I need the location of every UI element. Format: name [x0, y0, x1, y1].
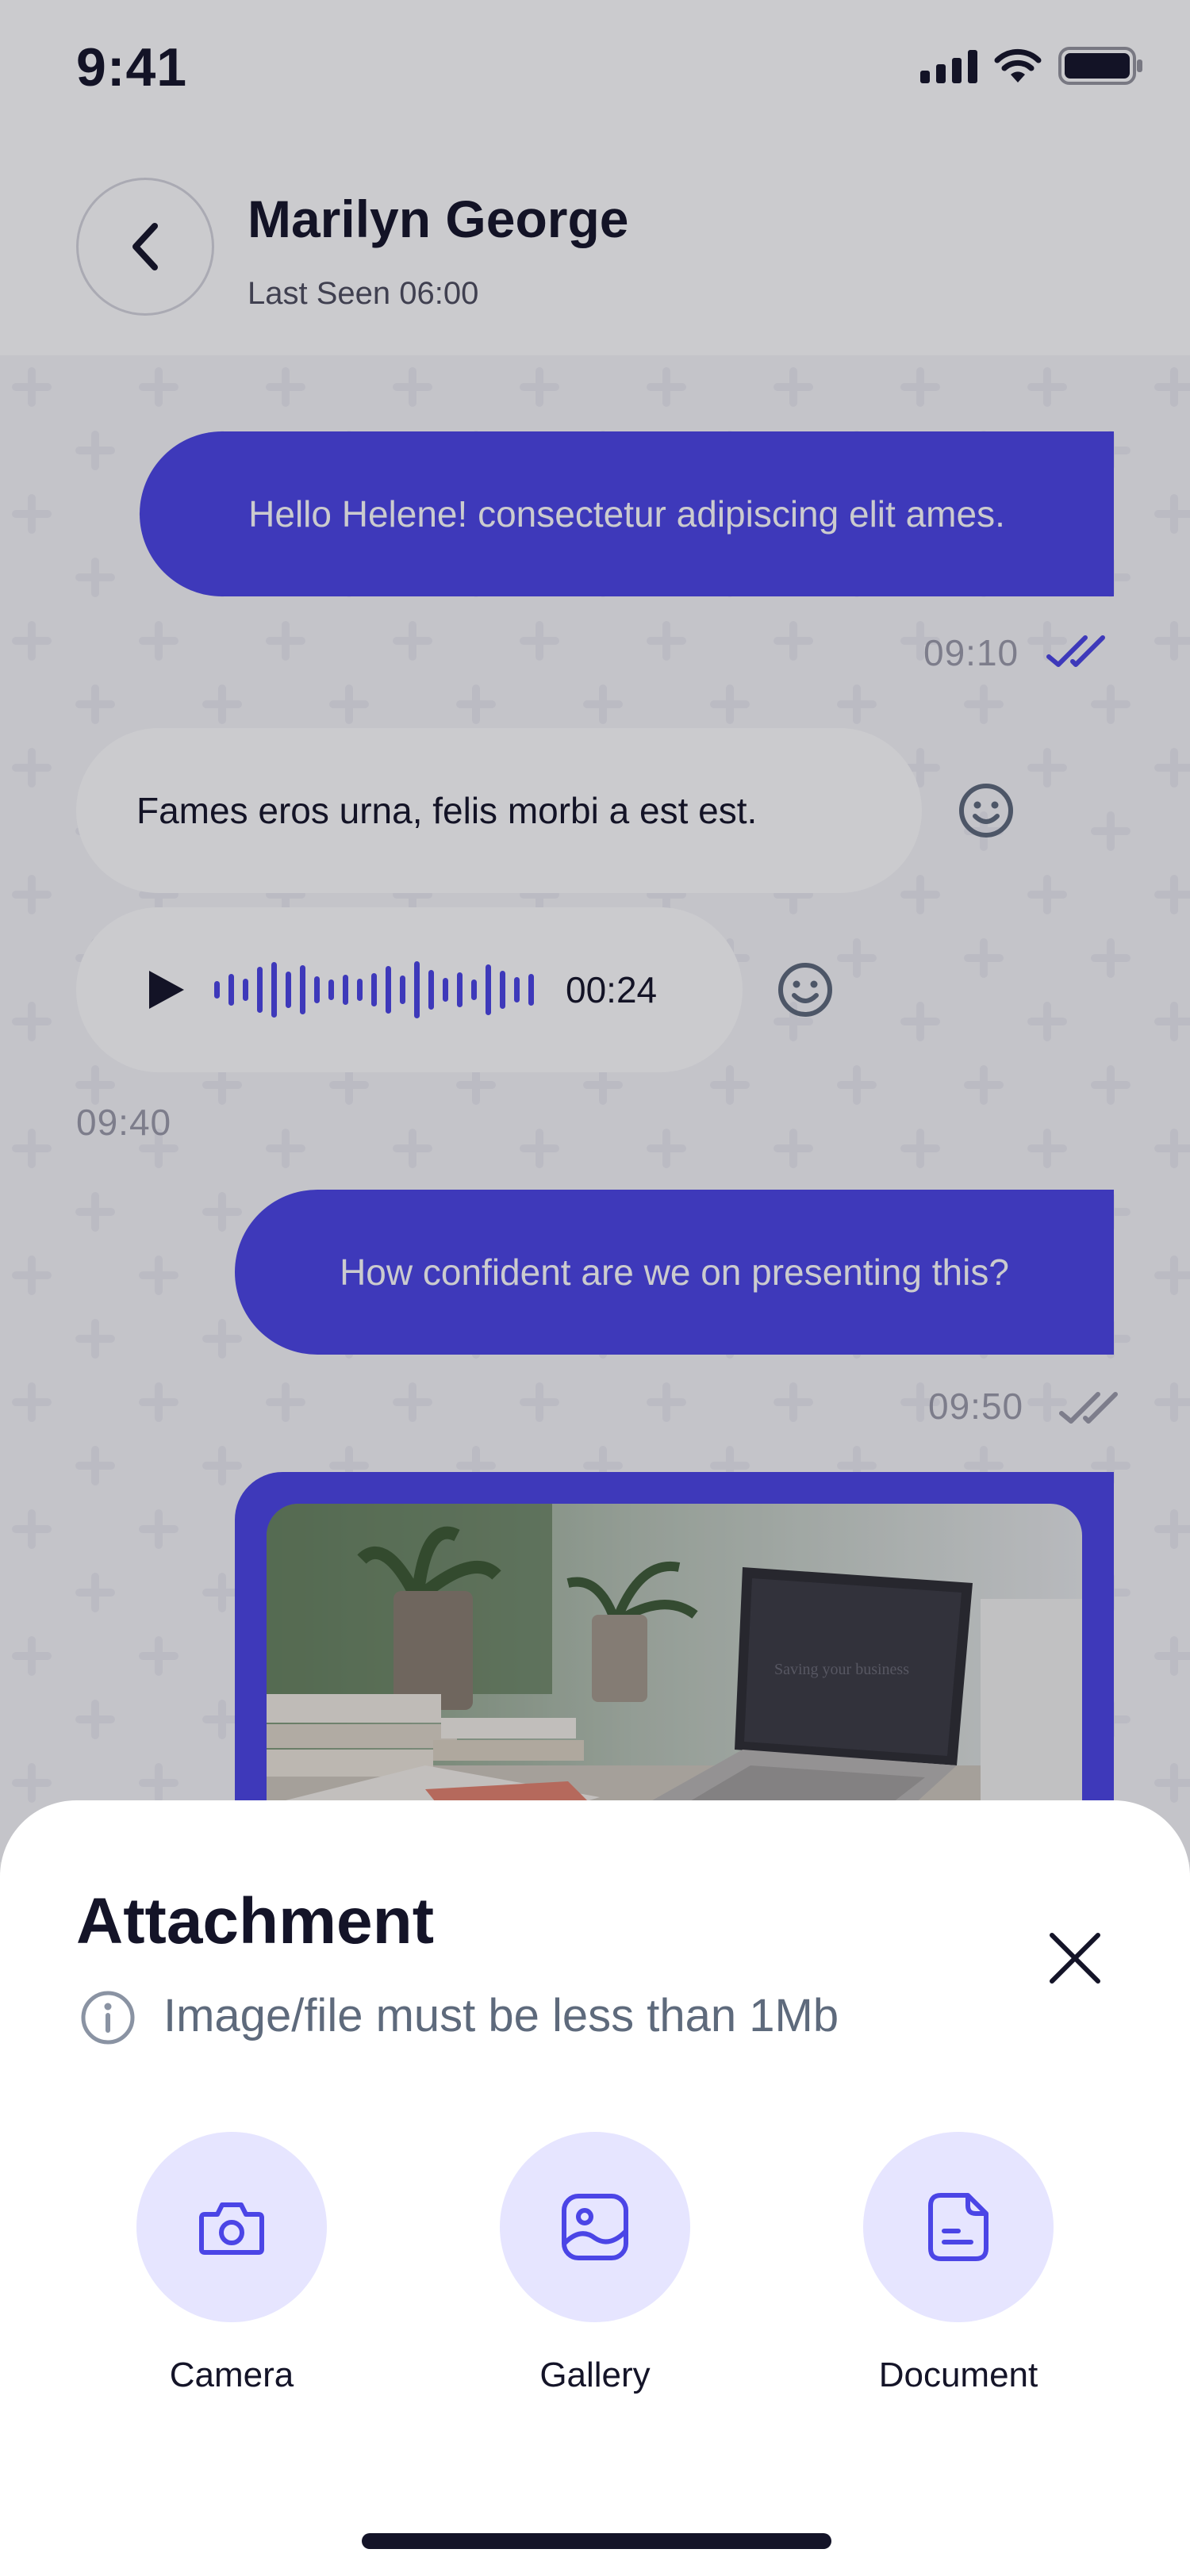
file-size-hint: Image/file must be less than 1Mb	[163, 1990, 839, 2041]
image-icon	[562, 2194, 628, 2260]
gallery-button[interactable]	[500, 2132, 690, 2322]
close-icon	[1050, 1933, 1100, 1984]
option-label: Document	[878, 2356, 1038, 2394]
attach-camera-option[interactable]: Camera	[113, 2132, 351, 2417]
attach-document-option[interactable]: Document	[839, 2132, 1077, 2417]
option-label: Camera	[169, 2356, 294, 2394]
attach-gallery-option[interactable]: Gallery	[476, 2132, 714, 2417]
home-indicator	[362, 2533, 831, 2549]
close-button[interactable]	[1039, 1922, 1111, 1994]
camera-button[interactable]	[136, 2132, 327, 2322]
document-button[interactable]	[863, 2132, 1054, 2322]
info-icon	[81, 1991, 135, 2045]
option-label: Gallery	[539, 2356, 651, 2394]
camera-icon	[199, 2202, 264, 2255]
attachment-sheet: Attachment Image/file must be less than …	[0, 1800, 1190, 2576]
document-icon	[928, 2193, 988, 2261]
sheet-title: Attachment	[76, 1885, 435, 1957]
